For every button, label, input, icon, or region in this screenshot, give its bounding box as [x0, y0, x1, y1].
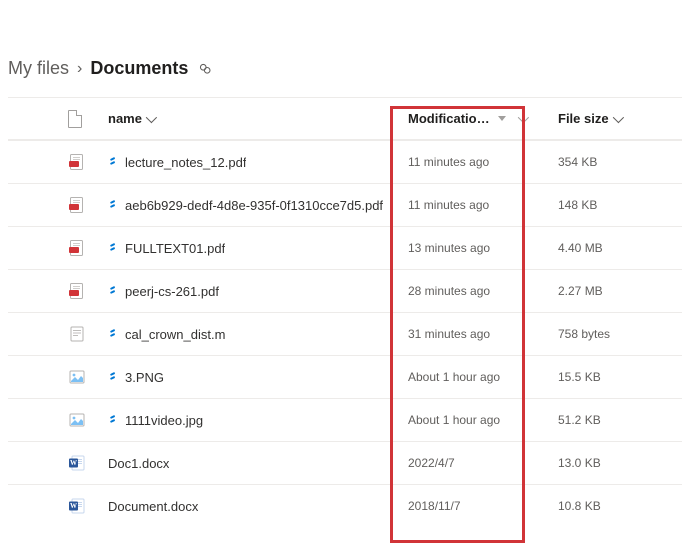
file-size: 15.5 KB — [558, 370, 668, 384]
file-size: 51.2 KB — [558, 413, 668, 427]
column-header-row: name Modificatio… File size — [8, 97, 682, 140]
file-size: 2.27 MB — [558, 284, 668, 298]
sync-icon — [108, 372, 118, 382]
sync-icon — [108, 329, 118, 339]
filetype-column-icon[interactable] — [68, 110, 108, 128]
file-size: 354 KB — [558, 155, 668, 169]
file-size: 4.40 MB — [558, 241, 668, 255]
file-name[interactable]: Doc1.docx — [108, 456, 169, 471]
breadcrumb-current: Documents — [90, 58, 188, 79]
file-name[interactable]: cal_crown_dist.m — [125, 327, 225, 342]
share-icon[interactable] — [198, 62, 212, 76]
file-modified: 2022/4/7 — [408, 456, 558, 470]
file-size: 758 bytes — [558, 327, 668, 341]
chevron-right-icon: › — [77, 60, 82, 78]
code-file-icon — [68, 325, 108, 343]
file-modified: About 1 hour ago — [408, 370, 558, 384]
file-icon — [68, 110, 82, 128]
file-modified: 13 minutes ago — [408, 241, 558, 255]
file-modified: 11 minutes ago — [408, 198, 558, 212]
file-modified: 2018/11/7 — [408, 499, 558, 513]
word-file-icon: W — [68, 497, 108, 515]
chevron-down-icon — [146, 111, 157, 122]
image-file-icon — [68, 368, 108, 386]
sync-icon — [108, 243, 118, 253]
table-row[interactable]: W Doc1.docx 2022/4/713.0 KB — [8, 441, 682, 484]
file-name[interactable]: aeb6b929-dedf-4d8e-935f-0f1310cce7d5.pdf — [125, 198, 383, 213]
svg-text:W: W — [70, 459, 77, 467]
file-size: 10.8 KB — [558, 499, 668, 513]
file-size: 13.0 KB — [558, 456, 668, 470]
pdf-file-icon — [68, 153, 108, 171]
file-name[interactable]: Document.docx — [108, 499, 198, 514]
chevron-down-icon — [517, 111, 528, 122]
sync-icon — [108, 286, 118, 296]
table-row[interactable]: 3.PNG About 1 hour ago15.5 KB — [8, 355, 682, 398]
file-name[interactable]: FULLTEXT01.pdf — [125, 241, 225, 256]
file-name[interactable]: 3.PNG — [125, 370, 164, 385]
column-header-modified[interactable]: Modificatio… — [408, 111, 526, 126]
table-row[interactable]: FULLTEXT01.pdf 13 minutes ago4.40 MB — [8, 226, 682, 269]
column-header-size[interactable]: File size — [558, 111, 621, 126]
breadcrumb: My files › Documents — [8, 8, 682, 97]
file-modified: 28 minutes ago — [408, 284, 558, 298]
image-file-icon — [68, 411, 108, 429]
table-row[interactable]: aeb6b929-dedf-4d8e-935f-0f1310cce7d5.pdf… — [8, 183, 682, 226]
table-row[interactable]: cal_crown_dist.m 31 minutes ago758 bytes — [8, 312, 682, 355]
table-row[interactable]: 1111video.jpg About 1 hour ago51.2 KB — [8, 398, 682, 441]
svg-text:W: W — [70, 502, 77, 510]
file-name[interactable]: peerj-cs-261.pdf — [125, 284, 219, 299]
column-header-name[interactable]: name — [108, 111, 154, 126]
file-modified: 11 minutes ago — [408, 155, 558, 169]
file-name[interactable]: lecture_notes_12.pdf — [125, 155, 246, 170]
word-file-icon: W — [68, 454, 108, 472]
sync-icon — [108, 200, 118, 210]
file-modified: About 1 hour ago — [408, 413, 558, 427]
pdf-file-icon — [68, 196, 108, 214]
chevron-down-icon — [612, 111, 623, 122]
file-modified: 31 minutes ago — [408, 327, 558, 341]
sort-descending-icon — [498, 116, 506, 121]
sync-icon — [108, 415, 118, 425]
table-row[interactable]: lecture_notes_12.pdf 11 minutes ago354 KB — [8, 140, 682, 183]
pdf-file-icon — [68, 282, 108, 300]
pdf-file-icon — [68, 239, 108, 257]
table-row[interactable]: peerj-cs-261.pdf 28 minutes ago2.27 MB — [8, 269, 682, 312]
sync-icon — [108, 157, 118, 167]
file-size: 148 KB — [558, 198, 668, 212]
breadcrumb-root[interactable]: My files — [8, 58, 69, 79]
file-name[interactable]: 1111video.jpg — [125, 413, 203, 428]
table-row[interactable]: W Document.docx 2018/11/710.8 KB — [8, 484, 682, 527]
file-list: lecture_notes_12.pdf11 minutes ago354 KB… — [8, 140, 682, 527]
